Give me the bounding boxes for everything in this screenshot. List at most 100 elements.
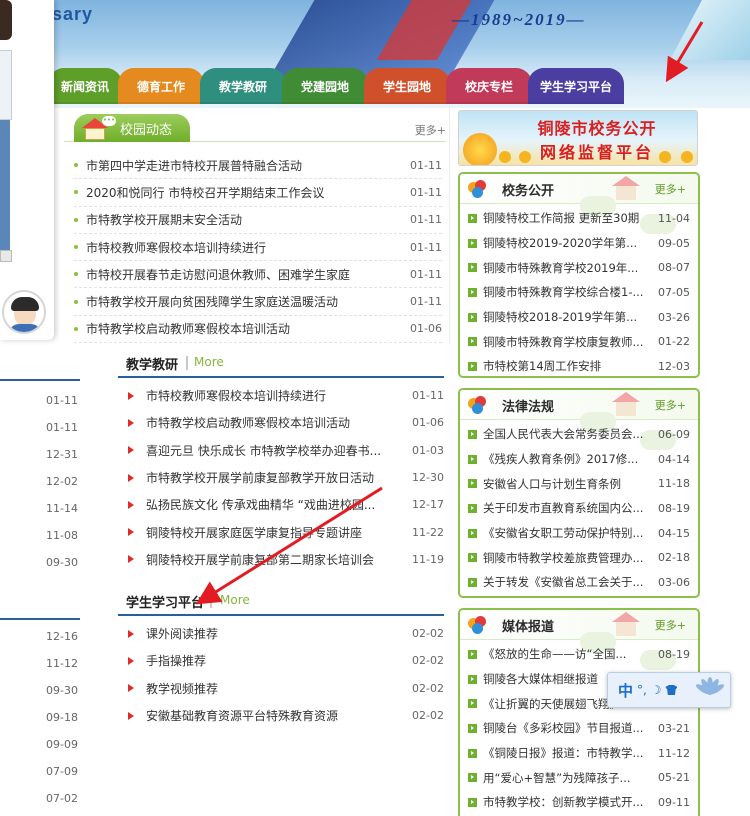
item-title[interactable]: 铜陵特校2018-2019学年第... [483, 309, 654, 325]
item-title[interactable]: 全国人民代表大会常务委员会... [483, 426, 654, 442]
news-title[interactable]: 市特教学校启动教师寒假校本培训活动 [86, 320, 398, 337]
affairs-item[interactable]: 铜陵特校2019-2020学年第... 09-05 [460, 231, 698, 256]
item-title[interactable]: 铜陵市特教学校差旅费管理办... [483, 550, 654, 566]
affairs-item[interactable]: 铜陵市特殊教育学校2019年... 08-07 [460, 255, 698, 280]
main-nav: 新闻资讯 德育工作 教学教研 党建园地 学生园地 校庆专栏 学生学习平台 [48, 68, 624, 104]
law-item[interactable]: 关于印发市直教育系统国内公... 08-19 [460, 496, 698, 521]
avatar[interactable] [2, 290, 46, 334]
law-more-link[interactable]: 更多+ [655, 397, 686, 413]
item-title[interactable]: 关于转发《安徽省总工会关于... [483, 574, 654, 590]
campus-news-item[interactable]: 市特教学校开展向贫困残障学生家庭送温暖活动 01-11 [74, 288, 442, 316]
skin-icon[interactable] [665, 685, 678, 695]
teaching-title[interactable]: 教学教研 [126, 354, 178, 373]
item-title[interactable]: 铜陵特校2019-2020学年第... [483, 235, 654, 251]
teaching-item[interactable]: 市特教学校开展学前康复部教学开放日活动 12-30 [118, 464, 444, 491]
item-title[interactable]: 市特校教师寒假校本培训持续进行 [146, 387, 398, 404]
teaching-item[interactable]: 市特教学校启动教师寒假校本培训活动 01-06 [118, 409, 444, 436]
item-title[interactable]: 《安徽省女职工劳动保护特别... [483, 525, 654, 541]
teaching-item[interactable]: 铜陵特校开展家庭医学康复指导专题讲座 11-22 [118, 518, 444, 545]
item-title[interactable]: 市特教学校：创新教学模式开... [483, 794, 654, 810]
teaching-item[interactable]: 喜迎元旦 快乐成长 市特教学校举办迎春书... 01-03 [118, 437, 444, 464]
floating-character-panel[interactable] [0, 0, 54, 340]
media-title[interactable]: 媒体报道 [502, 616, 554, 635]
law-item[interactable]: 安徽省人口与计划生育条例 11-18 [460, 471, 698, 496]
law-item[interactable]: 全国人民代表大会常务委员会... 06-09 [460, 422, 698, 447]
floating-toolbar[interactable]: 中 °, ☽ [607, 672, 731, 708]
study-item[interactable]: 手指操推荐 02-02 [118, 647, 444, 674]
item-title[interactable]: 弘扬民族文化 传承戏曲精华 “戏曲进校园... [146, 496, 398, 513]
news-title[interactable]: 2020和悦同行 市特校召开学期结束工作会议 [86, 184, 398, 201]
nav-tab-3[interactable]: 党建园地 [282, 68, 368, 104]
item-title[interactable]: 喜迎元旦 快乐成长 市特教学校举办迎春书... [146, 442, 398, 459]
teaching-item[interactable]: 铜陵特校开展学前康复部第二期家长培训会 11-19 [118, 546, 444, 573]
chinese-input-toggle[interactable]: 中 [618, 680, 633, 701]
campus-news-item[interactable]: 2020和悦同行 市特校召开学期结束工作会议 01-11 [74, 179, 442, 207]
nav-tab-0[interactable]: 新闻资讯 [48, 68, 122, 104]
law-item[interactable]: 《残疾人教育条例》2017修... 04-14 [460, 447, 698, 472]
item-title[interactable]: 铜陵特校工作简报 更新至30期 [483, 210, 654, 226]
item-title[interactable]: 《铜陵日报》报道：市特教学... [483, 745, 654, 761]
campus-news-item[interactable]: 市特教学校开展期末安全活动 01-11 [74, 207, 442, 234]
nav-tab-1[interactable]: 德育工作 [118, 68, 204, 104]
media-item[interactable]: 《铜陵日报》报道：市特教学... 11-12 [460, 741, 698, 766]
teaching-item[interactable]: 市特校教师寒假校本培训持续进行 01-11 [118, 382, 444, 409]
affairs-item[interactable]: 铜陵市特殊教育学校康复教师... 01-22 [460, 329, 698, 354]
item-title[interactable]: 铜陵市特殊教育学校康复教师... [483, 334, 654, 350]
item-title[interactable]: 《怒放的生命——访“全国... [483, 646, 654, 662]
item-title[interactable]: 铜陵市特殊教育学校综合楼1-... [483, 284, 654, 300]
study-item[interactable]: 教学视频推荐 02-02 [118, 675, 444, 702]
item-title[interactable]: 安徽基础教育资源平台特殊教育资源 [146, 707, 398, 724]
news-title[interactable]: 市特教学校开展向贫困残障学生家庭送温暖活动 [86, 293, 398, 310]
media-item[interactable]: 《怒放的生命——访“全国... 08-19 [460, 642, 698, 667]
law-title[interactable]: 法律法规 [502, 396, 554, 415]
law-item[interactable]: 关于转发《安徽省总工会关于... 03-06 [460, 570, 698, 595]
news-title[interactable]: 市特校教师寒假校本培训持续进行 [86, 239, 398, 256]
item-title[interactable]: 课外阅读推荐 [146, 625, 398, 642]
affairs-title[interactable]: 校务公开 [502, 180, 554, 199]
media-item[interactable]: 铜陵台《多彩校园》节目报道... 03-21 [460, 716, 698, 741]
media-item[interactable]: 用“爱心+智慧”为残障孩子... 05-21 [460, 765, 698, 790]
nav-tab-6[interactable]: 学生学习平台 [528, 68, 624, 104]
item-title[interactable]: 手指操推荐 [146, 652, 398, 669]
campus-more-link[interactable]: 更多+ [415, 122, 446, 138]
item-title[interactable]: 铜陵特校开展家庭医学康复指导专题讲座 [146, 524, 398, 541]
media-more-link[interactable]: 更多+ [655, 617, 686, 633]
item-title[interactable]: 用“爱心+智慧”为残障孩子... [483, 770, 654, 786]
nav-tab-4[interactable]: 学生园地 [364, 68, 450, 104]
campus-news-item[interactable]: 市特教学校启动教师寒假校本培训活动 01-06 [74, 316, 442, 344]
affairs-item[interactable]: 铜陵特校工作简报 更新至30期 11-04 [460, 206, 698, 231]
study-item[interactable]: 课外阅读推荐 02-02 [118, 620, 444, 647]
item-title[interactable]: 铜陵台《多彩校园》节目报道... [483, 720, 654, 736]
study-more-link[interactable]: More [220, 593, 250, 607]
item-title[interactable]: 关于印发市直教育系统国内公... [483, 500, 654, 516]
item-title[interactable]: 《残疾人教育条例》2017修... [483, 451, 654, 467]
nav-tab-2[interactable]: 教学教研 [200, 68, 286, 104]
media-item[interactable]: 市特教学校：创新教学模式开... 09-11 [460, 790, 698, 815]
toolbar-symbols[interactable]: °, ☽ [637, 683, 661, 697]
campus-news-item[interactable]: 市特校教师寒假校本培训持续进行 01-11 [74, 234, 442, 262]
affairs-item[interactable]: 铜陵市特殊教育学校综合楼1-... 07-05 [460, 280, 698, 305]
item-title[interactable]: 市特教学校启动教师寒假校本培训活动 [146, 414, 398, 431]
study-item[interactable]: 安徽基础教育资源平台特殊教育资源 02-02 [118, 702, 444, 729]
item-title[interactable]: 安徽省人口与计划生育条例 [483, 476, 654, 492]
law-item[interactable]: 《安徽省女职工劳动保护特别... 04-15 [460, 521, 698, 546]
campus-news-item[interactable]: 市特校开展春节走访慰问退休教师、困难学生家庭 01-11 [74, 261, 442, 289]
item-title[interactable]: 铜陵市特殊教育学校2019年... [483, 260, 654, 276]
study-title[interactable]: 学生学习平台 [126, 592, 204, 611]
affairs-item[interactable]: 铜陵特校2018-2019学年第... 03-26 [460, 305, 698, 330]
teaching-more-link[interactable]: More [194, 355, 224, 369]
news-title[interactable]: 市特校开展春节走访慰问退休教师、困难学生家庭 [86, 266, 398, 283]
item-title[interactable]: 市特校第14周工作安排 [483, 358, 654, 374]
law-item[interactable]: 铜陵市特教学校差旅费管理办... 02-18 [460, 545, 698, 570]
nav-tab-5[interactable]: 校庆专栏 [446, 68, 532, 104]
news-title[interactable]: 市第四中学走进市特校开展普特融合活动 [86, 157, 398, 174]
supervision-platform-banner[interactable]: 铜陵市校务公开 网络监督平台 [458, 110, 698, 166]
item-title[interactable]: 教学视频推荐 [146, 680, 398, 697]
news-title[interactable]: 市特教学校开展期末安全活动 [86, 211, 398, 228]
item-title[interactable]: 铜陵特校开展学前康复部第二期家长培训会 [146, 551, 398, 568]
affairs-item[interactable]: 市特校第14周工作安排 12-03 [460, 354, 698, 376]
campus-news-item[interactable]: 市第四中学走进市特校开展普特融合活动 01-11 [74, 152, 442, 180]
teaching-item[interactable]: 弘扬民族文化 传承戏曲精华 “戏曲进校园... 12-17 [118, 491, 444, 518]
item-title[interactable]: 市特教学校开展学前康复部教学开放日活动 [146, 469, 398, 486]
affairs-more-link[interactable]: 更多+ [655, 181, 686, 197]
